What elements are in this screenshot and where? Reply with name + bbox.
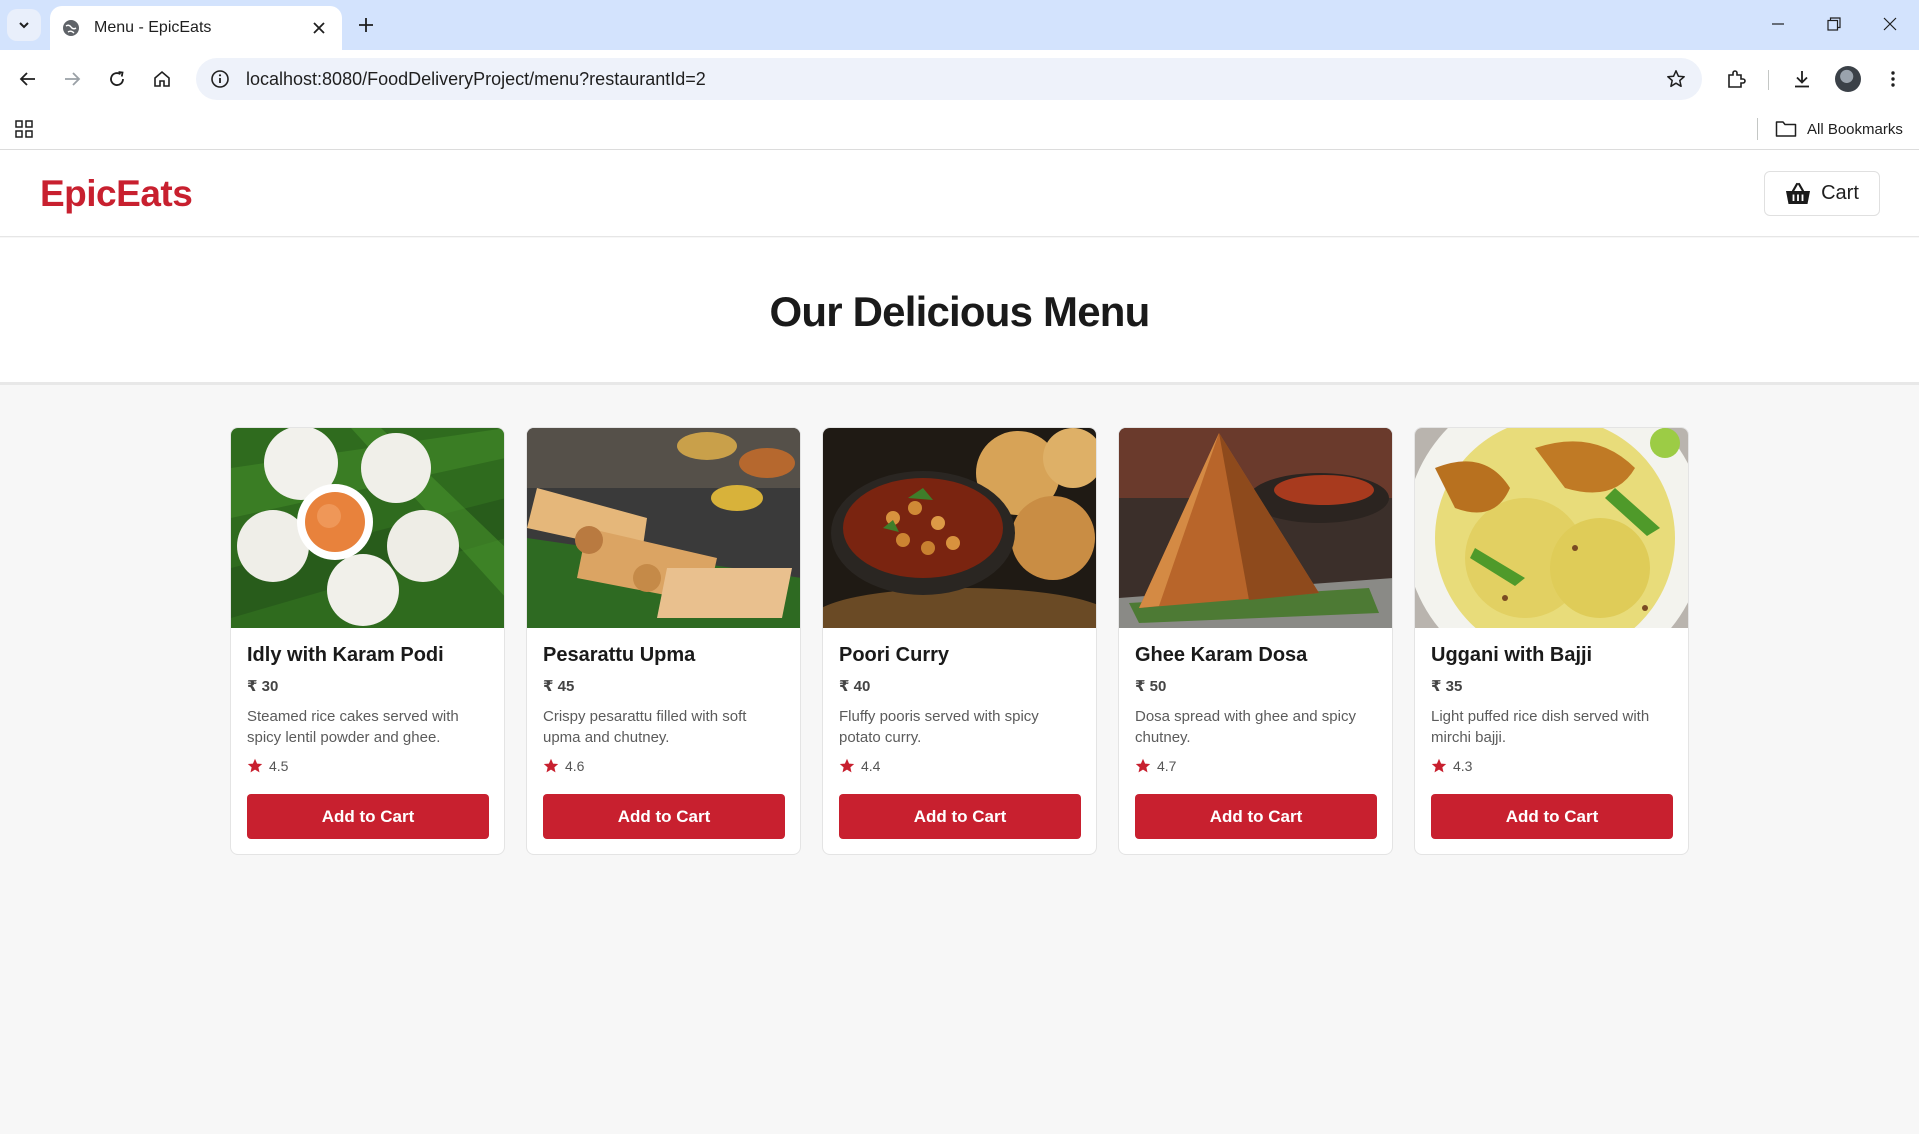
browser-toolbar: localhost:8080/FoodDeliveryProject/menu?… — [0, 50, 1919, 108]
home-icon — [154, 70, 170, 87]
plus-icon — [359, 18, 373, 32]
idly-food-image — [231, 428, 504, 628]
item-name: Poori Curry — [839, 644, 950, 666]
all-bookmarks-label: All Bookmarks — [1807, 120, 1903, 138]
downloads-button[interactable] — [1786, 63, 1818, 95]
minimize-button[interactable] — [1758, 8, 1798, 40]
basket-icon — [1786, 182, 1811, 204]
apps-grid-icon[interactable] — [12, 117, 36, 141]
add-to-cart-button[interactable]: Add to Cart — [1431, 794, 1673, 839]
globe-icon — [62, 19, 80, 37]
cart-button[interactable]: Cart — [1764, 171, 1880, 216]
close-icon — [1883, 17, 1897, 31]
reload-button[interactable] — [101, 63, 133, 95]
item-price: ₹ 35 — [1431, 678, 1463, 695]
cart-label: Cart — [1821, 182, 1859, 204]
more-vertical-icon — [1891, 71, 1895, 87]
menu-card: Pesarattu Upma ₹ 45 Crispy pesarattu fil… — [526, 427, 801, 855]
back-button[interactable] — [12, 63, 44, 95]
add-to-cart-button[interactable]: Add to Cart — [247, 794, 489, 839]
rating-value: 4.5 — [269, 758, 289, 774]
item-description: Steamed rice cakes served with spicy len… — [247, 708, 459, 746]
item-description: Crispy pesarattu filled with soft upma a… — [543, 708, 747, 746]
item-description: Light puffed rice dish served with mirch… — [1431, 708, 1650, 746]
item-name: Uggani with Bajji — [1431, 644, 1593, 666]
home-button[interactable] — [146, 63, 178, 95]
item-name: Ghee Karam Dosa — [1135, 644, 1308, 666]
add-to-cart-button[interactable]: Add to Cart — [1135, 794, 1377, 839]
item-name: Pesarattu Upma — [543, 644, 696, 666]
address-bar[interactable]: localhost:8080/FoodDeliveryProject/menu?… — [196, 58, 1702, 100]
rating-value: 4.3 — [1453, 758, 1473, 774]
page-title: Our Delicious Menu — [769, 288, 1151, 335]
menu-card: Ghee Karam Dosa ₹ 50 Dosa spread with gh… — [1118, 427, 1393, 855]
arrow-left-icon — [19, 72, 35, 86]
tab-title: Menu - EpicEats — [94, 19, 212, 36]
star-icon — [1135, 758, 1151, 774]
menu-grid: Idly with Karam Podi ₹ 30 Steamed rice c… — [230, 427, 1689, 855]
item-rating: 4.3 — [1431, 757, 1672, 775]
toolbar-divider — [1768, 70, 1769, 90]
item-price: ₹ 40 — [839, 678, 871, 695]
folder-icon — [1775, 121, 1797, 137]
arrow-right-icon — [65, 72, 81, 86]
close-window-button[interactable] — [1870, 8, 1910, 40]
pesarattu-food-image — [527, 428, 800, 628]
rating-value: 4.6 — [565, 758, 585, 774]
info-icon[interactable] — [208, 67, 232, 91]
new-tab-button[interactable] — [352, 11, 380, 39]
item-rating: 4.6 — [543, 757, 784, 775]
item-description: Dosa spread with ghee and spicy chutney. — [1135, 708, 1356, 746]
item-price: ₹ 45 — [543, 678, 575, 695]
browser-menu-button[interactable] — [1877, 63, 1909, 95]
minimize-icon — [1772, 23, 1784, 25]
bookmarks-divider — [1757, 118, 1758, 140]
poori-curry-food-image — [823, 428, 1096, 628]
uggani-bajji-food-image — [1415, 428, 1688, 628]
menu-card: Poori Curry ₹ 40 Fluffy pooris served wi… — [822, 427, 1097, 855]
extensions-button[interactable] — [1720, 63, 1752, 95]
rating-value: 4.4 — [861, 758, 881, 774]
site-header: EpicEats Cart — [0, 150, 1919, 237]
bookmarks-bar: All Bookmarks — [0, 108, 1919, 150]
reload-icon — [110, 71, 124, 86]
star-bookmark-icon[interactable] — [1660, 63, 1692, 95]
all-bookmarks-button[interactable]: All Bookmarks — [1775, 114, 1903, 144]
chevron-down-icon — [19, 22, 29, 29]
menu-hero: Our Delicious Menu — [0, 238, 1919, 385]
download-icon — [1795, 71, 1809, 88]
item-name: Idly with Karam Podi — [247, 644, 444, 666]
star-icon — [1431, 758, 1447, 774]
profile-avatar[interactable] — [1835, 66, 1861, 92]
tab-search-button[interactable] — [7, 9, 41, 41]
browser-tab-active[interactable]: Menu - EpicEats — [50, 6, 342, 50]
rating-value: 4.7 — [1157, 758, 1177, 774]
close-icon[interactable] — [308, 17, 330, 39]
site-logo[interactable]: EpicEats — [40, 173, 193, 215]
add-to-cart-button[interactable]: Add to Cart — [543, 794, 785, 839]
url-text: localhost:8080/FoodDeliveryProject/menu?… — [246, 68, 706, 89]
star-icon — [543, 758, 559, 774]
item-description: Fluffy pooris served with spicy potato c… — [839, 708, 1039, 746]
dosa-food-image — [1119, 428, 1392, 628]
item-rating: 4.5 — [247, 757, 488, 775]
add-to-cart-button[interactable]: Add to Cart — [839, 794, 1081, 839]
star-icon — [839, 758, 855, 774]
item-rating: 4.4 — [839, 757, 1080, 775]
item-price: ₹ 50 — [1135, 678, 1167, 695]
restore-icon — [1827, 17, 1841, 31]
puzzle-icon — [1728, 70, 1746, 88]
browser-tabstrip: Menu - EpicEats — [0, 0, 1919, 50]
menu-card: Idly with Karam Podi ₹ 30 Steamed rice c… — [230, 427, 505, 855]
restore-button[interactable] — [1814, 8, 1854, 40]
item-rating: 4.7 — [1135, 757, 1376, 775]
menu-card: Uggani with Bajji ₹ 35 Light puffed rice… — [1414, 427, 1689, 855]
star-icon — [247, 758, 263, 774]
forward-button[interactable] — [56, 63, 88, 95]
item-price: ₹ 30 — [247, 678, 279, 695]
